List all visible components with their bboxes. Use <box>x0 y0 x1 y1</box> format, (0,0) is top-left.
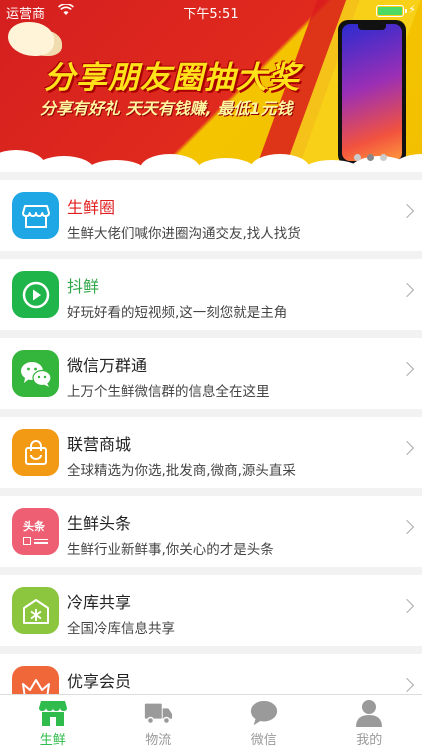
charging-icon: ⚡ <box>408 3 416 16</box>
clock: 下午5:51 <box>183 7 239 22</box>
person-icon <box>354 699 384 727</box>
list-item-desc: 上万个生鲜微信群的信息全在这里 <box>67 384 270 400</box>
tab-label: 物流 <box>145 733 172 748</box>
store-icon <box>38 699 68 727</box>
list-item-title: 生鲜头条 <box>67 514 132 533</box>
list-item-desc: 生鲜大佬们喊你进圈沟通交友,找人找货 <box>67 226 301 242</box>
chevron-right-icon <box>399 440 415 456</box>
tab-label: 我的 <box>356 733 383 748</box>
list-item[interactable]: 微信万群通上万个生鲜微信群的信息全在这里 <box>0 338 422 409</box>
list-item-title: 优享会员 <box>67 672 132 691</box>
headline-icon-label: 头条 <box>23 520 45 533</box>
list-item-title: 抖鲜 <box>67 277 100 296</box>
list-item-desc: 全国冷库信息共享 <box>67 621 175 637</box>
tab-0[interactable]: 生鲜 <box>0 695 106 750</box>
list-item-title: 联营商城 <box>67 435 132 454</box>
wechat-icon <box>12 350 59 397</box>
list-item-desc: 好玩好看的短视频,这一刻您就是主角 <box>67 305 288 321</box>
tab-bar: 生鲜 物流 微信 我的 <box>0 694 422 750</box>
list-item[interactable]: 抖鲜好玩好看的短视频,这一刻您就是主角 <box>0 259 422 330</box>
list-item[interactable]: 头条 生鲜头条生鲜行业新鲜事,你关心的才是头条 <box>0 496 422 567</box>
status-bar: 运营商 下午5:51 ⚡ <box>0 0 422 22</box>
list-item[interactable]: 生鲜圈生鲜大佬们喊你进圈沟通交友,找人找货 <box>0 180 422 251</box>
store-icon <box>12 192 59 239</box>
carousel-dot[interactable] <box>380 154 387 161</box>
list-item-title: 生鲜圈 <box>67 198 116 217</box>
chevron-right-icon <box>399 361 415 377</box>
popcorn-illustration <box>8 22 54 56</box>
app-screen: 分享朋友圈抽大奖 分享有好礼 天天有钱赚, 最低1元钱 运营商 下午5:51 ⚡… <box>0 0 422 750</box>
phone-screen <box>342 24 402 161</box>
tab-label: 生鲜 <box>39 733 66 748</box>
battery-icon <box>376 5 407 17</box>
list-item-desc: 全球精选为你选,批发商,微商,源头直采 <box>67 463 296 479</box>
chevron-right-icon <box>399 519 415 535</box>
chevron-right-icon <box>399 598 415 614</box>
list-item-title: 微信万群通 <box>67 356 148 375</box>
list-item-desc: 生鲜行业新鲜事,你关心的才是头条 <box>67 542 274 558</box>
headline-icon: 头条 <box>12 508 59 555</box>
chat-bubble-icon <box>249 699 279 727</box>
play-icon <box>12 271 59 318</box>
phone-notch <box>358 24 386 30</box>
tab-label: 微信 <box>250 733 277 748</box>
cold-storage-icon <box>12 587 59 634</box>
promo-banner[interactable]: 分享朋友圈抽大奖 分享有好礼 天天有钱赚, 最低1元钱 <box>0 0 422 172</box>
list-item-title: 冷库共享 <box>67 593 132 612</box>
banner-headline: 分享朋友圈抽大奖 <box>44 60 300 96</box>
list-item[interactable]: 冷库共享全国冷库信息共享 <box>0 575 422 646</box>
tab-3[interactable]: 我的 <box>317 695 422 750</box>
tab-1[interactable]: 物流 <box>106 695 212 750</box>
feature-list: 生鲜圈生鲜大佬们喊你进圈沟通交友,找人找货 抖鲜好玩好看的短视频,这一刻您就是主角… <box>0 180 422 733</box>
shopping-bag-icon <box>12 429 59 476</box>
banner-subline: 分享有好礼 天天有钱赚, 最低1元钱 <box>40 99 293 118</box>
truck-icon <box>143 699 173 727</box>
carousel-dots[interactable] <box>354 154 387 161</box>
chevron-right-icon <box>399 203 415 219</box>
carousel-dot[interactable] <box>354 154 361 161</box>
chevron-right-icon <box>399 282 415 298</box>
carousel-dot[interactable] <box>367 154 374 161</box>
chevron-right-icon <box>399 677 415 693</box>
tab-2[interactable]: 微信 <box>211 695 317 750</box>
list-item[interactable]: 联营商城全球精选为你选,批发商,微商,源头直采 <box>0 417 422 488</box>
